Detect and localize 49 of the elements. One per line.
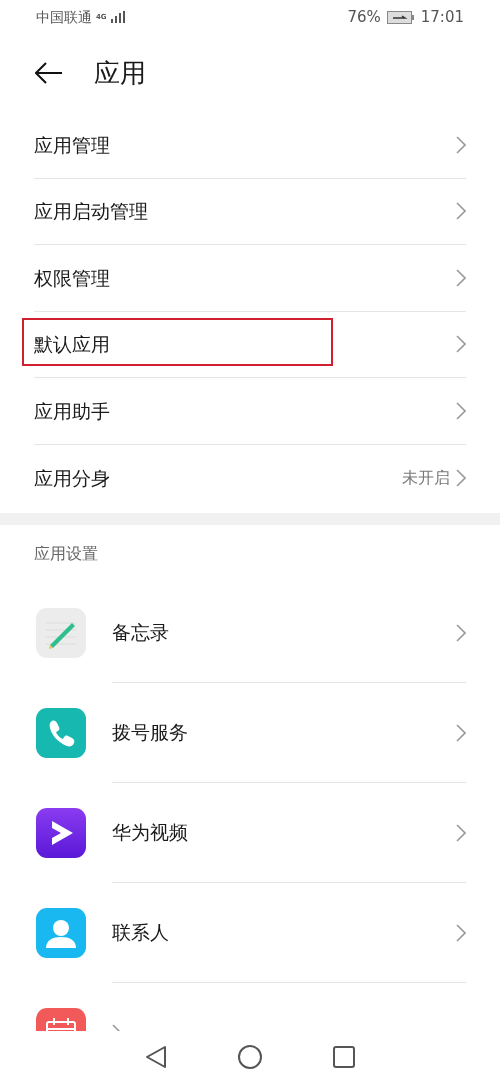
settings-item[interactable]: 应用启动管理 bbox=[34, 178, 466, 245]
settings-item[interactable]: 权限管理 bbox=[34, 245, 466, 312]
play-icon bbox=[36, 808, 86, 858]
circle-home-icon bbox=[238, 1045, 262, 1069]
settings-item[interactable]: 应用助手 bbox=[34, 378, 466, 445]
clock-time: 17:01 bbox=[420, 6, 464, 28]
app-item[interactable]: 拨号服务 bbox=[0, 683, 500, 783]
item-label: 应用分身 bbox=[34, 465, 110, 491]
section-header: 应用设置 bbox=[34, 543, 98, 565]
item-value: 未开启 bbox=[402, 466, 450, 489]
square-recents-icon bbox=[332, 1046, 355, 1068]
nav-back-button[interactable] bbox=[145, 1045, 168, 1069]
settings-item[interactable]: 应用管理 bbox=[34, 112, 466, 179]
chevron-right-icon bbox=[456, 401, 466, 420]
signal-icon bbox=[110, 11, 125, 23]
pencil-note-icon bbox=[36, 608, 86, 658]
item-label: 默认应用 bbox=[34, 332, 110, 357]
chevron-right-icon bbox=[456, 723, 466, 742]
item-label: 应用启动管理 bbox=[34, 199, 148, 224]
carrier-name: 中国联通 bbox=[36, 7, 92, 27]
chevron-right-icon bbox=[456, 135, 466, 154]
phone-icon bbox=[36, 708, 86, 758]
item-label: 应用管理 bbox=[34, 132, 110, 158]
back-arrow-icon bbox=[35, 62, 63, 84]
app-name: 联系人 bbox=[112, 920, 169, 946]
app-name: 拨号服务 bbox=[112, 720, 188, 746]
chevron-right-icon bbox=[456, 468, 466, 487]
person-icon bbox=[36, 908, 86, 958]
chevron-right-icon bbox=[456, 268, 466, 287]
item-label: 应用助手 bbox=[34, 398, 110, 424]
app-name: 备忘录 bbox=[112, 620, 169, 646]
chevron-right-icon bbox=[456, 823, 466, 842]
chevron-right-icon bbox=[456, 335, 466, 354]
chevron-right-icon bbox=[456, 923, 466, 942]
page-title: 应用 bbox=[94, 56, 146, 90]
item-label: 权限管理 bbox=[34, 265, 110, 291]
app-item[interactable]: 联系人 bbox=[0, 883, 500, 983]
settings-item[interactable]: 默认应用 bbox=[34, 311, 466, 378]
home-button[interactable] bbox=[238, 1045, 262, 1069]
chevron-right-icon bbox=[456, 623, 466, 642]
battery-percentage: 76% bbox=[347, 6, 381, 28]
app-item[interactable]: 备忘录 bbox=[0, 583, 500, 683]
app-item[interactable]: 华为视频 bbox=[0, 783, 500, 883]
recents-button[interactable] bbox=[332, 1046, 355, 1068]
settings-item[interactable]: 应用分身 未开启 bbox=[34, 444, 466, 511]
chevron-right-icon bbox=[456, 202, 466, 221]
app-name: 华为视频 bbox=[112, 820, 188, 846]
triangle-back-icon bbox=[145, 1045, 168, 1069]
battery-charging-icon bbox=[386, 10, 415, 24]
